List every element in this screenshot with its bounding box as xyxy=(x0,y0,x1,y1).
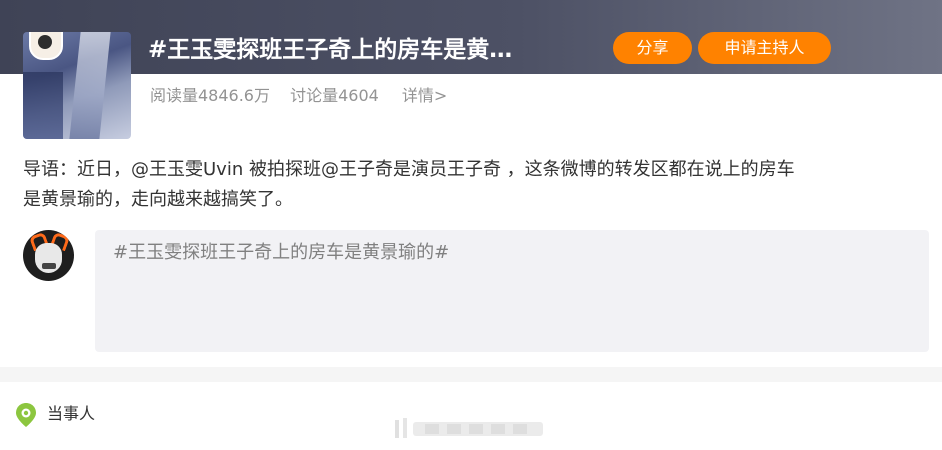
intro-line: 导语：近日，@王玉雯Uvin 被拍探班@王子奇是演员王子奇 ，这条微博的转发区都… xyxy=(23,159,795,180)
topic-thumbnail[interactable] xyxy=(23,32,131,139)
topic-card: #王玉雯探班王子奇上的房车是黄… 分享 申请主持人 阅读量4846.6万 讨论量… xyxy=(0,0,942,367)
party-label: 当事人 xyxy=(47,404,96,423)
topic-stats: 阅读量4846.6万 讨论量4604 详情> xyxy=(150,84,447,108)
user-avatar[interactable] xyxy=(23,230,74,281)
comment-input[interactable]: #王玉雯探班王子奇上的房车是黄景瑜的# xyxy=(95,230,929,352)
location-pin-icon xyxy=(16,403,36,427)
discuss-count: 讨论量4604 xyxy=(290,86,379,105)
detail-link[interactable]: 详情> xyxy=(402,84,447,108)
topic-title: #王玉雯探班王子奇上的房车是黄… xyxy=(148,37,513,63)
thumbnail-avatar xyxy=(29,32,63,60)
share-button[interactable]: 分享 xyxy=(613,32,692,64)
read-count: 阅读量4846.6万 xyxy=(150,86,270,105)
watermark-logo xyxy=(395,418,543,438)
apply-host-button[interactable]: 申请主持人 xyxy=(698,32,831,64)
intro-line: 是黄景瑜的，走向越来越搞笑了。 xyxy=(23,189,293,210)
topic-intro: 导语：近日，@王玉雯Uvin 被拍探班@王子奇是演员王子奇 ，这条微博的转发区都… xyxy=(23,155,923,215)
